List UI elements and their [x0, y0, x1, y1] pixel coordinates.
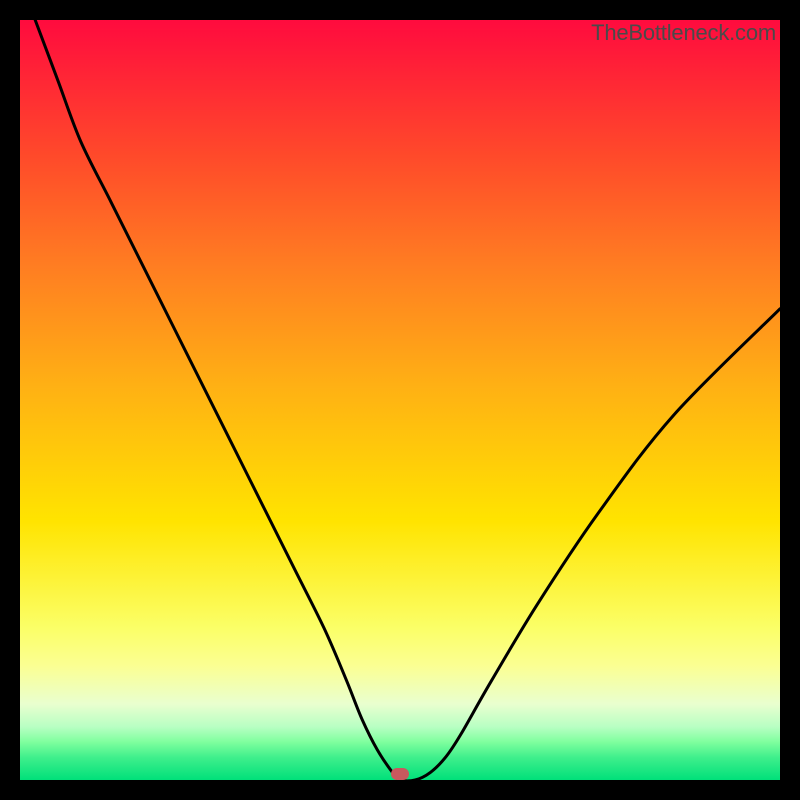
bottleneck-curve [35, 20, 780, 781]
chart-frame: TheBottleneck.com [0, 0, 800, 800]
minimum-marker [391, 768, 409, 780]
plot-area: TheBottleneck.com [20, 20, 780, 780]
curve-svg [20, 20, 780, 780]
